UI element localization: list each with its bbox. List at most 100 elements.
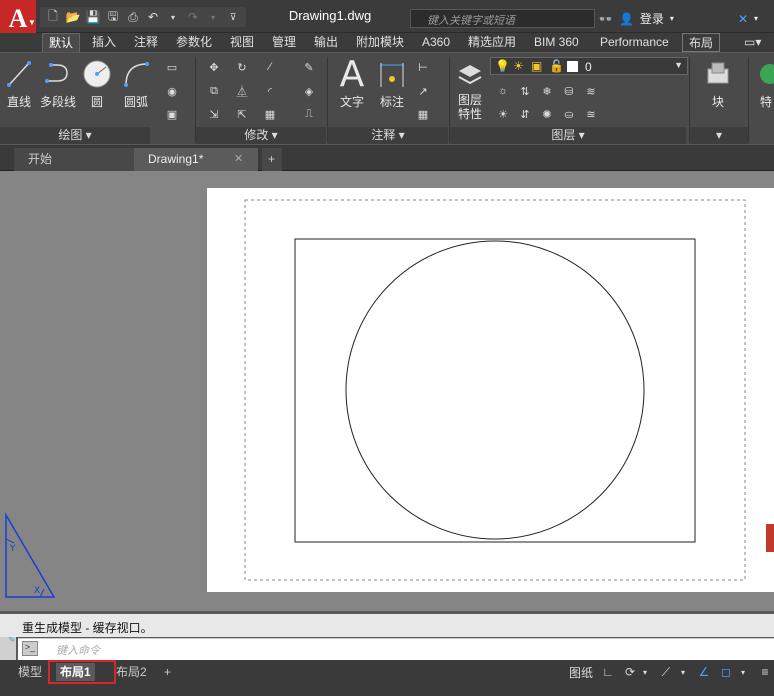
chevron-down-icon: ▼ bbox=[28, 18, 36, 27]
tab-a360[interactable]: A360 bbox=[416, 33, 456, 52]
tab-insert[interactable]: 插入 bbox=[86, 33, 122, 52]
customize-toolbar-icon[interactable]: ⊽ bbox=[224, 7, 242, 27]
command-input[interactable]: 键入命令 bbox=[56, 642, 100, 658]
new-file-icon[interactable]: 🗋 bbox=[44, 7, 62, 27]
layer-off-icon[interactable]: ☼ bbox=[494, 83, 512, 99]
move-icon[interactable]: ✥ bbox=[205, 59, 223, 75]
ribbon-minimize-icon[interactable]: ▭▾ bbox=[738, 33, 767, 52]
copy-icon[interactable]: ⧉ bbox=[205, 83, 223, 99]
leader-icon[interactable]: ↗ bbox=[414, 83, 432, 99]
scale-icon[interactable]: ⇱ bbox=[233, 106, 251, 122]
rotate-icon[interactable]: ↻ bbox=[233, 59, 251, 75]
layer-thaw-icon[interactable]: ✺ bbox=[538, 106, 556, 122]
tab-output[interactable]: 输出 bbox=[308, 33, 344, 52]
customize-icon[interactable]: ≡ bbox=[756, 662, 774, 682]
isometric-icon[interactable]: ∠ bbox=[694, 662, 714, 682]
layer-freeze-icon[interactable]: ❄ bbox=[538, 83, 556, 99]
block-panel-title[interactable]: ▾ bbox=[690, 127, 748, 144]
tab-layout2[interactable]: 布局2 bbox=[112, 663, 151, 681]
grid-snap-icon[interactable]: ∟ bbox=[598, 662, 618, 682]
redo-icon[interactable]: ↷ bbox=[184, 7, 202, 27]
chevron-down-icon[interactable]: ▾ bbox=[678, 662, 688, 682]
rectangle-icon[interactable]: ▭ bbox=[163, 59, 181, 75]
table-icon[interactable]: ▦ bbox=[414, 106, 432, 122]
stretch-icon[interactable]: ⇲ bbox=[205, 106, 223, 122]
properties-button[interactable]: 特 bbox=[756, 55, 774, 110]
mirror-icon[interactable]: ⏅ bbox=[233, 83, 251, 99]
layer-match-icon[interactable]: ≋ bbox=[582, 83, 600, 99]
side-widget[interactable] bbox=[766, 524, 774, 552]
exchange-dropdown-icon[interactable]: ▾ bbox=[754, 14, 758, 23]
tab-manage[interactable]: 管理 bbox=[266, 33, 302, 52]
layer-unlock-icon[interactable]: ⛀ bbox=[560, 106, 578, 122]
tab-annotate[interactable]: 注释 bbox=[128, 33, 164, 52]
circle-entity[interactable] bbox=[345, 240, 645, 540]
modify-panel-title[interactable]: 修改 ▾ bbox=[196, 127, 326, 144]
layer-state-icon[interactable]: ≊ bbox=[582, 106, 600, 122]
close-icon[interactable]: ✕ bbox=[234, 148, 243, 170]
add-layout-button[interactable]: + bbox=[160, 663, 175, 681]
tab-performance[interactable]: Performance bbox=[594, 33, 675, 52]
open-folder-icon[interactable]: 📂 bbox=[64, 7, 82, 27]
paper-space-toggle[interactable]: 图纸 bbox=[566, 662, 596, 682]
tab-model[interactable]: 模型 bbox=[14, 663, 46, 681]
print-icon[interactable]: ⎙ bbox=[124, 7, 142, 27]
layer-properties-label-2: 特性 bbox=[457, 107, 482, 121]
erase-icon[interactable]: ✎ bbox=[300, 59, 318, 75]
drawing-canvas[interactable]: Y X bbox=[0, 171, 774, 611]
gradient-icon[interactable]: ▣ bbox=[163, 106, 181, 122]
layers-panel-title[interactable]: 图层 ▾ bbox=[450, 127, 686, 144]
save-as-icon[interactable]: 🖫 bbox=[104, 7, 122, 27]
layer-unisolate-icon[interactable]: ⇵ bbox=[516, 106, 534, 122]
explode-icon[interactable]: ◈ bbox=[300, 83, 318, 99]
layer-properties-button[interactable]: 图层 特性 bbox=[452, 55, 488, 121]
draw-panel-title[interactable]: 绘图 ▾ bbox=[0, 127, 150, 144]
tab-layout[interactable]: 布局 bbox=[682, 33, 721, 52]
line-button[interactable]: 直线 bbox=[4, 55, 34, 110]
trim-icon[interactable]: ⁄ bbox=[261, 59, 279, 75]
command-prompt-icon[interactable]: >_ bbox=[22, 641, 38, 656]
login-link[interactable]: 登录 bbox=[640, 10, 664, 27]
tab-drawing1[interactable]: Drawing1* ✕ bbox=[134, 148, 258, 171]
text-button[interactable]: A 文字 bbox=[334, 54, 370, 110]
array-icon[interactable]: ▦ bbox=[261, 106, 279, 122]
insert-block-button[interactable]: 块 bbox=[698, 55, 738, 110]
offset-icon[interactable]: ⎍ bbox=[300, 106, 318, 122]
object-snap-tracking-icon[interactable]: ⟋ bbox=[656, 662, 676, 682]
tab-home[interactable]: 默认 bbox=[42, 33, 81, 52]
redo-dropdown-icon[interactable]: ▾ bbox=[204, 7, 222, 27]
login-dropdown-icon[interactable]: ▾ bbox=[670, 14, 674, 23]
tab-bim360[interactable]: BIM 360 bbox=[528, 33, 585, 52]
arc-button[interactable]: 圆弧 bbox=[118, 55, 154, 110]
user-icon[interactable]: 👤 bbox=[619, 12, 634, 26]
tab-start[interactable]: 开始 bbox=[14, 148, 134, 171]
viewport-rectangle[interactable] bbox=[294, 238, 696, 543]
tab-addins[interactable]: 附加模块 bbox=[350, 33, 410, 52]
tab-parametric[interactable]: 参数化 bbox=[170, 33, 218, 52]
annotation-panel-title[interactable]: 注释 ▾ bbox=[328, 127, 448, 144]
chevron-down-icon[interactable]: ▾ bbox=[738, 662, 748, 682]
search-input[interactable]: 键入关键字或短语 bbox=[410, 9, 595, 28]
binoculars-icon[interactable]: 👓 bbox=[598, 12, 613, 26]
osnap-icon[interactable]: ◻ bbox=[716, 662, 736, 682]
undo-icon[interactable]: ↶ bbox=[144, 7, 162, 27]
tab-featured-apps[interactable]: 精选应用 bbox=[462, 33, 522, 52]
undo-dropdown-icon[interactable]: ▾ bbox=[164, 7, 182, 27]
linear-dim-icon[interactable]: ⊢ bbox=[414, 59, 432, 75]
new-tab-button[interactable]: + bbox=[262, 148, 282, 171]
tab-view[interactable]: 视图 bbox=[224, 33, 260, 52]
polar-tracking-icon[interactable]: ⟳ bbox=[620, 662, 640, 682]
layer-lock-icon[interactable]: ⛁ bbox=[560, 83, 578, 99]
hatch-icon[interactable]: ◉ bbox=[163, 83, 181, 99]
command-input-area[interactable] bbox=[18, 638, 774, 660]
circle-button[interactable]: 圆 bbox=[80, 55, 114, 110]
layer-dropdown[interactable]: 💡 ☀ ▣ 🔓 0 ▼ bbox=[490, 57, 688, 75]
fillet-icon[interactable]: ◜ bbox=[261, 83, 279, 99]
polyline-button[interactable]: 多段线 bbox=[38, 55, 78, 110]
chevron-down-icon[interactable]: ▾ bbox=[640, 662, 650, 682]
exchange-icon[interactable]: ✕ bbox=[738, 12, 748, 26]
layer-isolate-icon[interactable]: ⇅ bbox=[516, 83, 534, 99]
dimension-button[interactable]: 标注 bbox=[374, 55, 410, 110]
save-icon[interactable]: 💾 bbox=[84, 7, 102, 27]
layer-on-icon[interactable]: ☀ bbox=[494, 106, 512, 122]
